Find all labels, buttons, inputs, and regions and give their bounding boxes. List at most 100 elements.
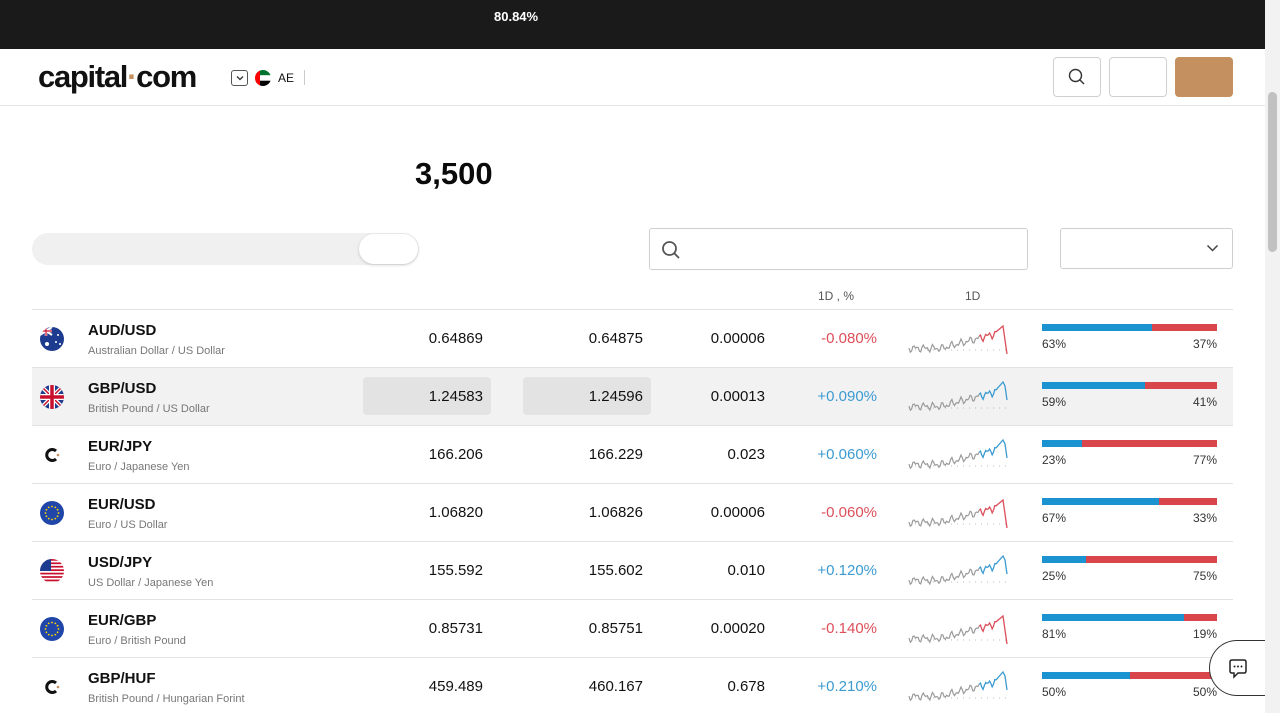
buy-price[interactable]: 0.64875 xyxy=(523,330,643,347)
category-dropdown[interactable] xyxy=(1060,228,1233,269)
capital-logo-icon xyxy=(40,675,64,699)
instrument-symbol[interactable]: EUR/GBP xyxy=(88,612,156,629)
logo-dot: · xyxy=(127,59,137,94)
search-icon xyxy=(662,241,680,259)
instrument-description: British Pound / US Dollar xyxy=(88,403,210,415)
buyers-bar xyxy=(1042,556,1086,563)
login-button[interactable] xyxy=(1109,57,1167,97)
scrollbar-thumb[interactable] xyxy=(1268,92,1277,252)
instrument-symbol[interactable]: EUR/JPY xyxy=(88,438,152,455)
chat-button[interactable] xyxy=(1209,640,1265,696)
daily-change: +0.210% xyxy=(817,678,877,695)
table-row[interactable]: EUR/GBP Euro / British Pound 0.85731 0.8575… xyxy=(32,599,1233,657)
buy-price[interactable]: 166.229 xyxy=(523,446,643,463)
spread-value: 0.00006 xyxy=(710,504,765,521)
promo-bar: 80.84% xyxy=(0,0,1265,49)
table-row[interactable]: GBP/USD British Pound / US Dollar 1.24583 1… xyxy=(32,367,1233,425)
buyers-percent: 81% xyxy=(1042,627,1067,641)
buyers-percent: 50% xyxy=(1042,685,1067,699)
sellers-bar xyxy=(1159,498,1217,505)
gb-flag xyxy=(40,385,64,409)
buy-price[interactable]: 155.602 xyxy=(523,562,643,579)
divider xyxy=(304,70,306,85)
sell-price[interactable]: 459.489 xyxy=(363,678,483,695)
client-sentiment: 59% 41% xyxy=(1042,382,1217,409)
sellers-percent: 37% xyxy=(1192,337,1217,351)
sparkline-chart xyxy=(907,490,1011,541)
client-sentiment: 50% 50% xyxy=(1042,672,1217,699)
region-selector[interactable]: AE xyxy=(231,69,306,86)
site-header: capital·com AE xyxy=(0,49,1265,106)
spread-value: 0.00013 xyxy=(710,388,765,405)
market-search-input[interactable] xyxy=(649,228,1028,270)
buyers-bar xyxy=(1042,440,1083,447)
sell-price[interactable]: 0.64869 xyxy=(363,330,483,347)
client-sentiment: 63% 37% xyxy=(1042,324,1217,351)
daily-change: +0.090% xyxy=(817,388,877,405)
sparkline-chart xyxy=(907,432,1011,483)
buyers-percent: 25% xyxy=(1042,569,1067,583)
instrument-description: Australian Dollar / US Dollar xyxy=(88,345,225,357)
sparkline-chart xyxy=(907,316,1011,367)
spread-value: 0.678 xyxy=(727,678,765,695)
instrument-symbol[interactable]: AUD/USD xyxy=(88,322,156,339)
sparkline-chart xyxy=(907,548,1011,599)
capital-com-logo[interactable]: capital·com xyxy=(38,59,197,95)
trade-now-button[interactable] xyxy=(1175,57,1233,97)
table-row[interactable]: EUR/USD Euro / US Dollar 1.06820 1.06826 0.0… xyxy=(32,483,1233,541)
instrument-description: Euro / British Pound xyxy=(88,635,186,647)
client-sentiment: 25% 75% xyxy=(1042,556,1217,583)
sellers-bar xyxy=(1145,382,1217,389)
sellers-percent: 33% xyxy=(1192,511,1217,525)
toggle-knob[interactable] xyxy=(359,234,418,264)
chat-icon xyxy=(1229,659,1247,679)
instrument-symbol[interactable]: GBP/HUF xyxy=(88,670,156,687)
sellers-bar xyxy=(1183,614,1217,621)
sellers-percent: 19% xyxy=(1192,627,1217,641)
spread-value: 0.023 xyxy=(727,446,765,463)
markets-table: AUD/USD Australian Dollar / US Dollar 0.64… xyxy=(32,309,1233,715)
chevron-down-icon xyxy=(1206,244,1219,252)
spread-value: 0.00006 xyxy=(710,330,765,347)
eu-flag xyxy=(40,501,64,525)
header-search-button[interactable] xyxy=(1053,57,1101,97)
sell-price[interactable]: 1.06820 xyxy=(363,504,483,521)
sellers-percent: 50% xyxy=(1192,685,1217,699)
daily-change: +0.120% xyxy=(817,562,877,579)
buy-price[interactable]: 1.24596 xyxy=(523,388,643,405)
spread-value: 0.010 xyxy=(727,562,765,579)
buy-price[interactable]: 1.06826 xyxy=(523,504,643,521)
instrument-symbol[interactable]: USD/JPY xyxy=(88,554,152,571)
daily-change: -0.140% xyxy=(821,620,877,637)
markets-count: 3,500 xyxy=(415,156,493,191)
table-row[interactable]: EUR/JPY Euro / Japanese Yen 166.206 166.229… xyxy=(32,425,1233,483)
daily-change: +0.060% xyxy=(817,446,877,463)
buyers-bar xyxy=(1042,498,1160,505)
buyers-bar xyxy=(1042,672,1130,679)
sell-price[interactable]: 1.24583 xyxy=(363,388,483,405)
table-row[interactable]: AUD/USD Australian Dollar / US Dollar 0.64… xyxy=(32,309,1233,367)
daily-change: -0.080% xyxy=(821,330,877,347)
sell-price[interactable]: 166.206 xyxy=(363,446,483,463)
instrument-symbol[interactable]: GBP/USD xyxy=(88,380,156,397)
sell-price[interactable]: 155.592 xyxy=(363,562,483,579)
table-row[interactable]: GBP/HUF British Pound / Hungarian Forint 4… xyxy=(32,657,1233,715)
sellers-bar xyxy=(1085,556,1217,563)
market-type-toggle[interactable] xyxy=(32,233,419,265)
instrument-symbol[interactable]: EUR/USD xyxy=(88,496,156,513)
eu-flag xyxy=(40,617,64,641)
column-header-change: 1D , % xyxy=(818,289,855,303)
buy-price[interactable]: 0.85751 xyxy=(523,620,643,637)
sellers-percent: 41% xyxy=(1192,395,1217,409)
instrument-description: Euro / Japanese Yen xyxy=(88,461,190,473)
au-flag xyxy=(40,327,64,351)
chevron-down-icon xyxy=(231,69,248,86)
buy-price[interactable]: 460.167 xyxy=(523,678,643,695)
client-sentiment: 23% 77% xyxy=(1042,440,1217,467)
buyers-percent: 67% xyxy=(1042,511,1067,525)
table-row[interactable]: USD/JPY US Dollar / Japanese Yen 155.592 15… xyxy=(32,541,1233,599)
buyers-bar xyxy=(1042,614,1184,621)
sparkline-chart xyxy=(907,606,1011,657)
instrument-description: Euro / US Dollar xyxy=(88,519,168,531)
sell-price[interactable]: 0.85731 xyxy=(363,620,483,637)
